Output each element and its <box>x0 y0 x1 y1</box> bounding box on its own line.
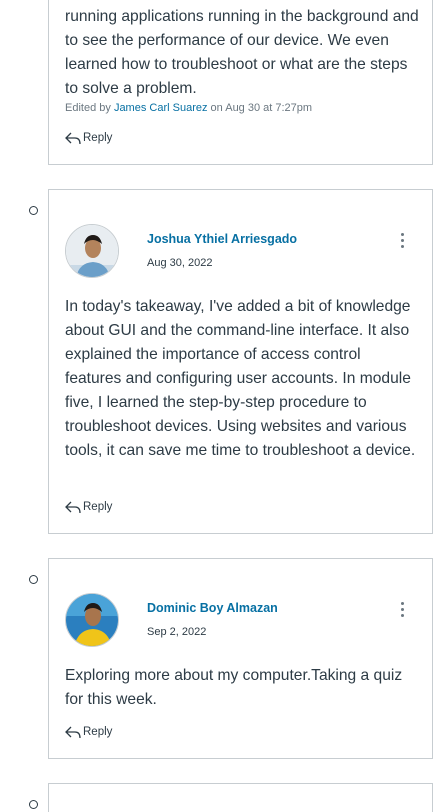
reply-icon <box>65 132 81 145</box>
editor-link[interactable]: James Carl Suarez <box>114 102 208 114</box>
edited-note: Edited by James Carl Suarez on Aug 30 at… <box>65 102 312 114</box>
reply-label: Reply <box>83 726 113 738</box>
reply-button[interactable]: Reply <box>65 500 112 514</box>
discussion-entry: Dominic Boy Almazan Sep 2, 2022 Explorin… <box>48 558 433 759</box>
more-options-icon[interactable] <box>398 602 406 622</box>
entry-body: Exploring more about my computer.Taking … <box>65 667 403 708</box>
reply-label: Reply <box>83 501 113 513</box>
entry-body: running applications running in the back… <box>65 8 419 97</box>
discussion-entry: running applications running in the back… <box>48 0 433 165</box>
thread-bullet-icon <box>29 575 38 584</box>
reply-button[interactable]: Reply <box>65 131 112 145</box>
reply-label: Reply <box>83 132 113 144</box>
edited-prefix: Edited by <box>65 102 111 114</box>
discussion-entry: Joshua Ythiel Arriesgado Aug 30, 2022 In… <box>48 189 433 534</box>
thread-bullet-icon <box>29 206 38 215</box>
more-options-icon[interactable] <box>398 233 406 253</box>
reply-button[interactable]: Reply <box>65 725 112 739</box>
author-link[interactable]: Dominic Boy Almazan <box>147 601 278 615</box>
edited-suffix: on Aug 30 at 7:27pm <box>210 102 313 114</box>
thread-bullet-icon <box>29 800 38 809</box>
post-date: Sep 2, 2022 <box>147 626 207 638</box>
entry-body: In today's takeaway, I've added a bit of… <box>65 298 416 459</box>
avatar <box>65 593 119 647</box>
reply-icon <box>65 501 81 514</box>
reply-icon <box>65 726 81 739</box>
avatar <box>65 224 119 278</box>
discussion-entry <box>48 783 433 812</box>
post-date: Aug 30, 2022 <box>147 257 213 269</box>
author-link[interactable]: Joshua Ythiel Arriesgado <box>147 232 297 246</box>
